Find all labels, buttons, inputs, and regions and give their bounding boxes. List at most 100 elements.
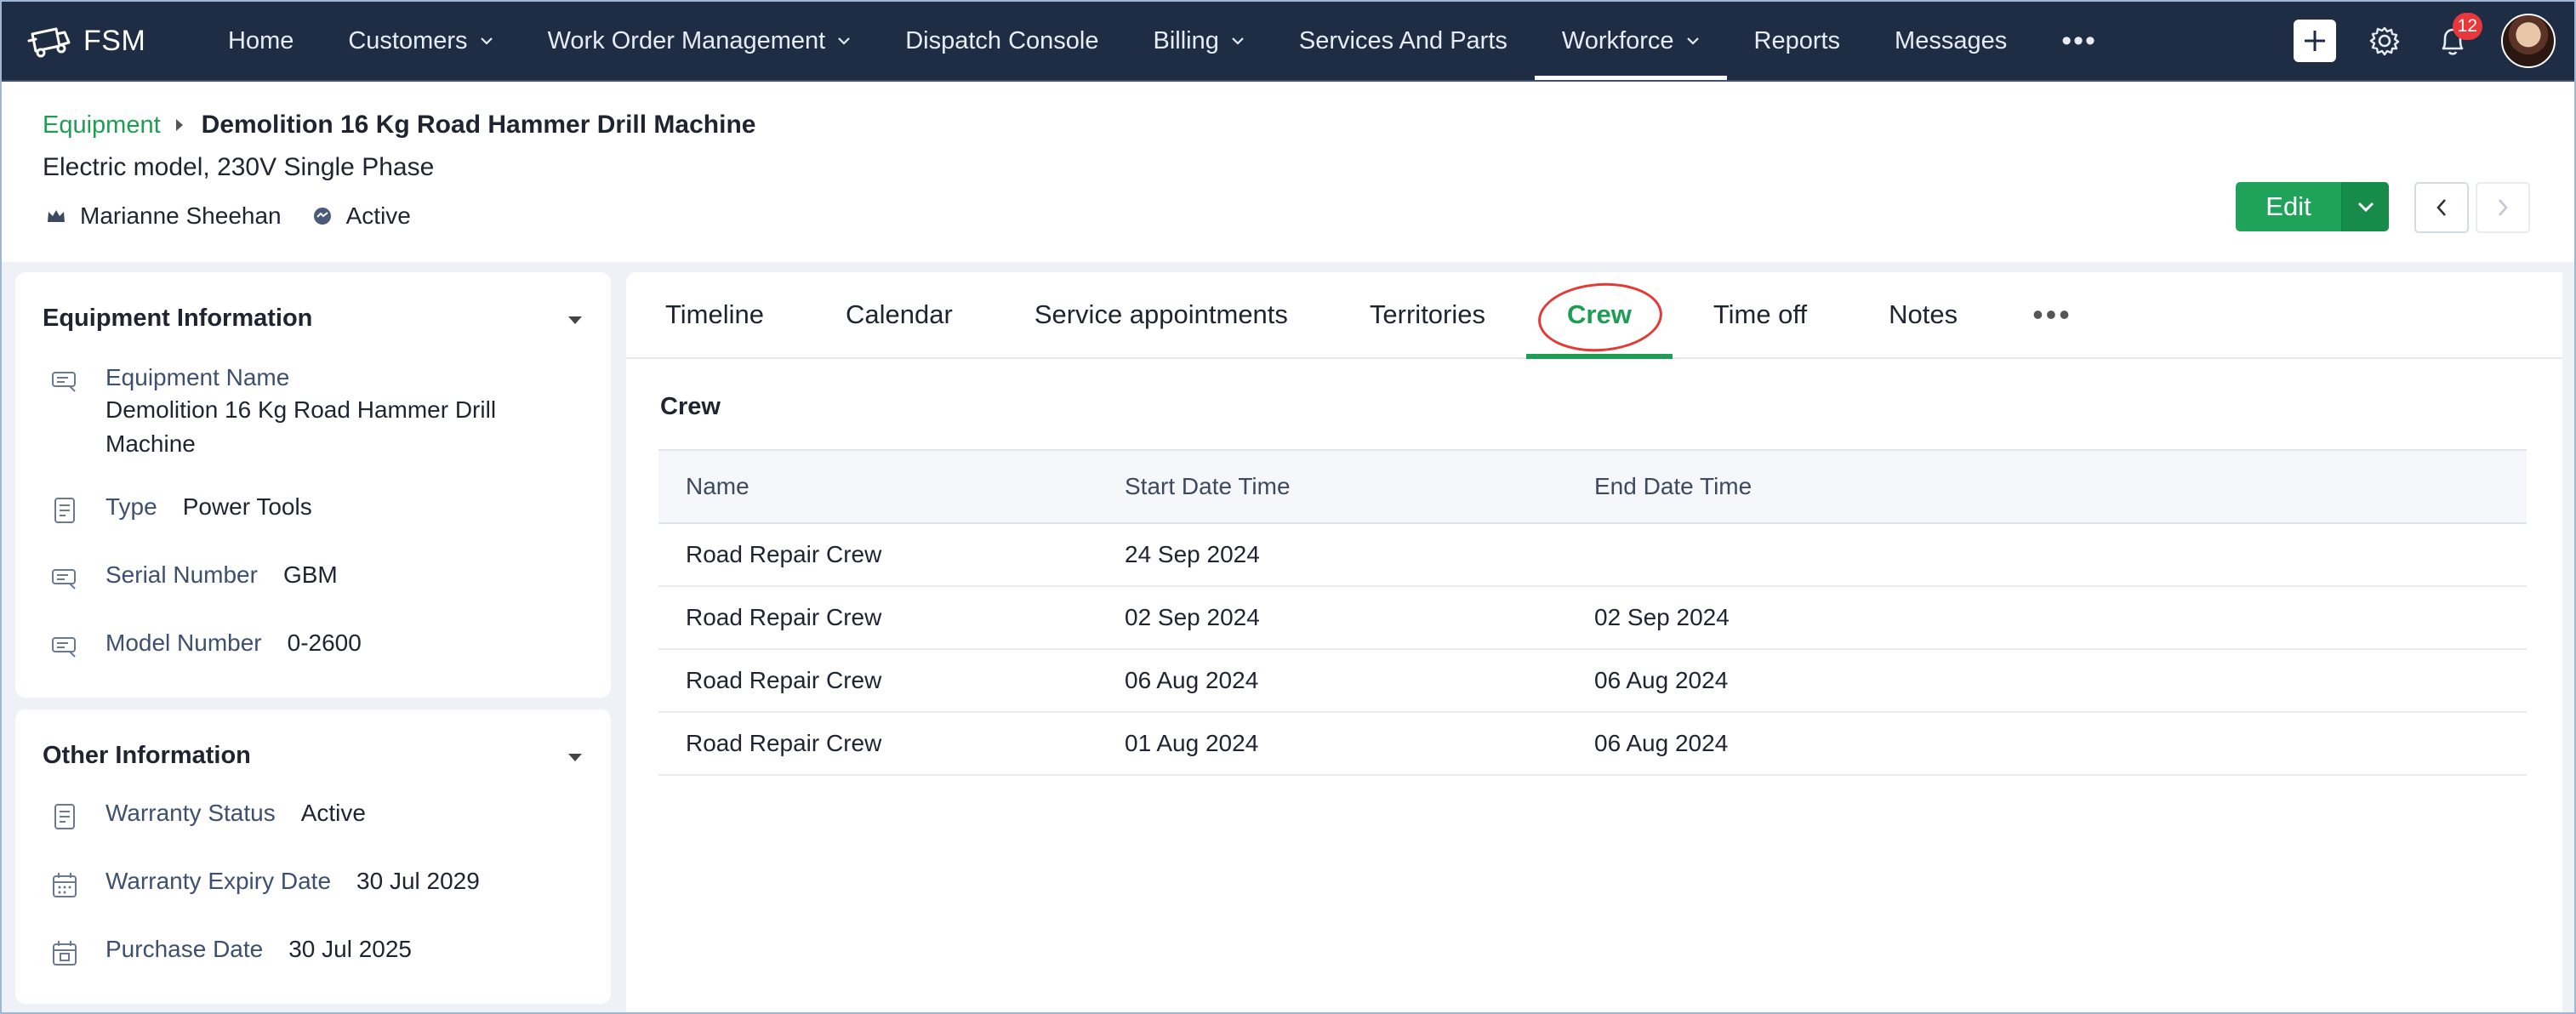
quick-create-button[interactable] xyxy=(2294,20,2336,62)
table-body: Road Repair Crew 24 Sep 2024 Road Repair C… xyxy=(658,524,2527,776)
warranty-status-label: Warranty Status xyxy=(105,800,276,826)
breadcrumb: Equipment Demolition 16 Kg Road Hammer D… xyxy=(43,111,755,140)
tab-timeline[interactable]: Timeline xyxy=(626,272,805,357)
chevron-down-icon xyxy=(480,37,493,45)
tab-more-menu[interactable]: ••• xyxy=(1998,272,2106,357)
crew-name-cell: Road Repair Crew xyxy=(686,730,882,756)
top-nav: FSM Home Customers Work Order Management Di… xyxy=(0,0,2576,82)
status-text: Active xyxy=(345,202,411,229)
next-record-button[interactable] xyxy=(2476,182,2530,233)
table-header: Name Start Date Time End Date Time xyxy=(658,449,2527,524)
record-pager xyxy=(2414,182,2537,233)
column-header-start-date-time[interactable]: Start Date Time xyxy=(1125,473,1594,500)
table-row[interactable]: Road Repair Crew 06 Aug 2024 06 Aug 2024 xyxy=(658,650,2527,713)
nav-item-workforce[interactable]: Workforce xyxy=(1534,0,1727,82)
other-information-card: Other Information Warranty Status Active… xyxy=(15,709,611,1004)
nav-item-label: Work Order Management xyxy=(547,26,826,54)
tab-label: Calendar xyxy=(846,299,953,329)
table-row[interactable]: Road Repair Crew 24 Sep 2024 xyxy=(658,524,2527,587)
end-date-cell: 02 Sep 2024 xyxy=(1594,604,1730,630)
start-date-cell: 06 Aug 2024 xyxy=(1125,667,1259,693)
warranty-status-value: Active xyxy=(300,800,366,826)
nav-item-dispatch-console[interactable]: Dispatch Console xyxy=(878,0,1126,82)
column-header-name[interactable]: Name xyxy=(658,473,1125,500)
end-date-cell: 06 Aug 2024 xyxy=(1594,730,1729,756)
field-type: Type Power Tools xyxy=(49,493,312,526)
start-date-cell: 02 Sep 2024 xyxy=(1125,604,1260,630)
field-warranty-expiry-date: Warranty Expiry Date 30 Jul 2029 xyxy=(49,868,480,900)
notifications-button[interactable]: 12 xyxy=(2433,13,2482,60)
document-icon xyxy=(54,804,75,829)
field-purchase-date: Purchase Date 30 Jul 2025 xyxy=(49,936,412,968)
nav-item-billing[interactable]: Billing xyxy=(1126,0,1272,82)
purchase-date-value: 30 Jul 2025 xyxy=(288,936,413,962)
tab-calendar[interactable]: Calendar xyxy=(805,272,994,357)
nav-item-label: Workforce xyxy=(1561,26,1674,54)
document-icon xyxy=(54,498,75,523)
nav-item-reports[interactable]: Reports xyxy=(1727,0,1868,82)
tag-icon xyxy=(52,637,76,658)
crew-name-cell: Road Repair Crew xyxy=(686,667,882,693)
tab-notes[interactable]: Notes xyxy=(1848,272,1998,357)
related-tabs: Timeline Calendar Service appointments Terr… xyxy=(626,272,2562,359)
type-value: Power Tools xyxy=(182,493,312,520)
edit-button[interactable]: Edit xyxy=(2236,182,2341,231)
record-title: Demolition 16 Kg Road Hammer Drill Machi… xyxy=(201,111,756,139)
crown-icon xyxy=(46,205,68,227)
warranty-expiry-date-label: Warranty Expiry Date xyxy=(105,868,332,894)
brand-logo[interactable]: FSM xyxy=(27,0,172,82)
equipment-name-label: Equipment Name xyxy=(105,364,290,390)
field-model-number: Model Number 0-2600 xyxy=(49,629,362,662)
collapse-caret-icon[interactable] xyxy=(568,316,582,324)
tab-label: Service appointments xyxy=(1034,299,1288,329)
tab-time-off[interactable]: Time off xyxy=(1673,272,1848,357)
nav-item-messages[interactable]: Messages xyxy=(1867,0,2034,82)
chevron-down-icon xyxy=(1232,37,1244,45)
field-warranty-status: Warranty Status Active xyxy=(49,800,366,832)
user-avatar[interactable] xyxy=(2501,14,2556,68)
chevron-down-icon xyxy=(838,37,850,45)
equipment-name-value: Demolition 16 Kg Road Hammer Drill Machi… xyxy=(105,396,497,457)
crew-table: Name Start Date Time End Date Time Road … xyxy=(658,449,2527,776)
nav-item-label: Dispatch Console xyxy=(905,26,1099,54)
settings-button[interactable] xyxy=(2365,21,2404,60)
nav-item-home[interactable]: Home xyxy=(201,0,321,82)
model-number-value: 0-2600 xyxy=(287,629,362,656)
nav-item-label: Customers xyxy=(348,26,468,54)
tab-label: Time off xyxy=(1713,299,1808,329)
other-information-title: Other Information xyxy=(43,742,251,769)
brand-name: FSM xyxy=(83,24,146,57)
crew-name-cell: Road Repair Crew xyxy=(686,541,882,567)
field-serial-number: Serial Number GBM xyxy=(49,561,338,594)
purchase-date-label: Purchase Date xyxy=(105,936,264,962)
nav-item-label: Home xyxy=(228,26,294,54)
truck-icon xyxy=(27,27,71,58)
nav-item-services-and-parts[interactable]: Services And Parts xyxy=(1272,0,1535,82)
tab-territories[interactable]: Territories xyxy=(1329,272,1526,357)
end-date-cell: 06 Aug 2024 xyxy=(1594,667,1729,693)
crew-section-title: Crew xyxy=(660,393,721,420)
crew-name-cell: Road Repair Crew xyxy=(686,604,882,630)
serial-number-label: Serial Number xyxy=(105,561,258,588)
calendar-icon xyxy=(53,941,77,966)
tab-label: Timeline xyxy=(665,299,764,329)
column-header-end-date-time[interactable]: End Date Time xyxy=(1594,473,2527,500)
breadcrumb-equipment-link[interactable]: Equipment xyxy=(43,111,161,140)
nav-item-customers[interactable]: Customers xyxy=(321,0,520,82)
status-icon xyxy=(312,205,334,227)
table-row[interactable]: Road Repair Crew 01 Aug 2024 06 Aug 2024 xyxy=(658,713,2527,776)
record-subtitle: Electric model, 230V Single Phase xyxy=(43,153,435,181)
field-equipment-name: Equipment Name Demolition 16 Kg Road Ham… xyxy=(49,364,548,461)
collapse-caret-icon[interactable] xyxy=(568,754,582,761)
start-date-cell: 24 Sep 2024 xyxy=(1125,541,1260,567)
nav-item-work-order-management[interactable]: Work Order Management xyxy=(521,0,879,82)
chevron-down-icon xyxy=(2357,202,2374,212)
tab-crew[interactable]: Crew xyxy=(1526,272,1673,359)
edit-dropdown-button[interactable] xyxy=(2341,182,2389,231)
table-row[interactable]: Road Repair Crew 02 Sep 2024 02 Sep 2024 xyxy=(658,587,2527,650)
tab-service-appointments[interactable]: Service appointments xyxy=(994,272,1329,357)
main-menu: Home Customers Work Order Management Dispat… xyxy=(201,0,2124,82)
previous-record-button[interactable] xyxy=(2414,182,2469,233)
nav-more-menu[interactable]: ••• xyxy=(2034,0,2124,82)
owner-name[interactable]: Marianne Sheehan xyxy=(80,202,282,230)
